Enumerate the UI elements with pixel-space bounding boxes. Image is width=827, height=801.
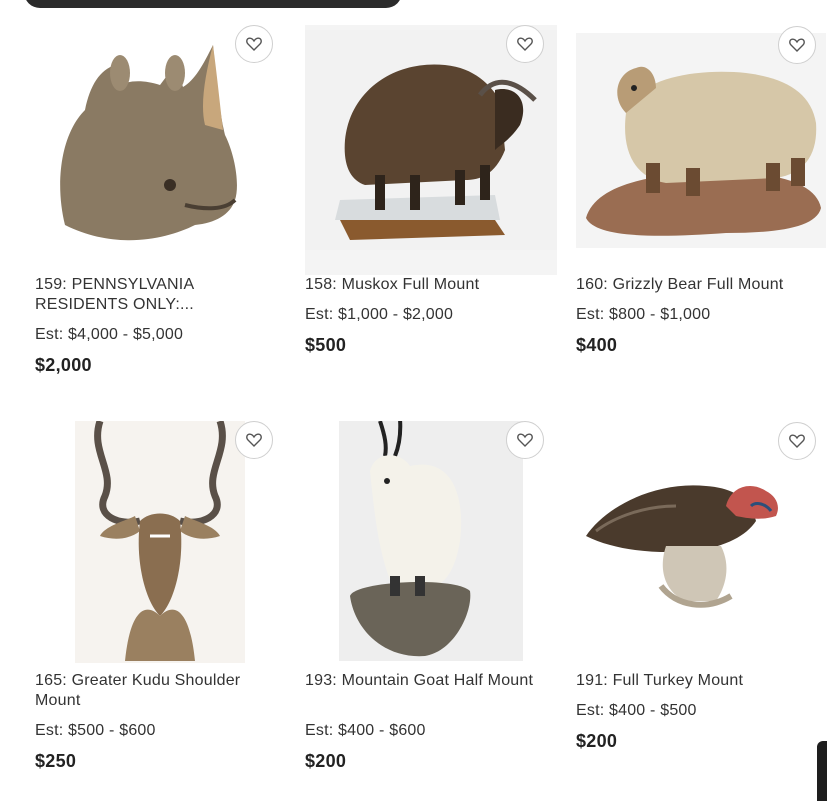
lot-estimate: Est: $1,000 - $2,000 (305, 306, 454, 323)
lot-title[interactable]: 158: Muskox Full Mount (305, 275, 550, 295)
top-search-bar[interactable] (24, 0, 402, 8)
heart-outline-icon (517, 433, 533, 447)
favorite-button[interactable] (235, 421, 273, 459)
lot-title[interactable]: 193: Mountain Goat Half Mount (305, 671, 550, 691)
lot-price: $200 (576, 731, 618, 751)
side-chat-widget[interactable] (817, 741, 827, 801)
favorite-button[interactable] (506, 25, 544, 63)
lot-estimate: Est: $500 - $600 (35, 722, 156, 739)
lot-title[interactable]: 165: Greater Kudu Shoulder Mount (35, 671, 280, 711)
heart-outline-icon (246, 37, 262, 51)
heart-outline-icon (789, 38, 805, 52)
lot-image-muskox[interactable] (305, 25, 557, 275)
lot-price: $200 (305, 751, 347, 771)
lot-price: $2,000 (35, 355, 92, 375)
favorite-button[interactable] (778, 26, 816, 64)
favorite-button[interactable] (506, 421, 544, 459)
lot-estimate: Est: $800 - $1,000 (576, 306, 711, 323)
lot-estimate: Est: $4,000 - $5,000 (35, 326, 184, 343)
heart-outline-icon (517, 37, 533, 51)
lot-title[interactable]: 159: PENNSYLVANIA RESIDENTS ONLY:... (35, 275, 280, 315)
favorite-button[interactable] (235, 25, 273, 63)
heart-outline-icon (789, 434, 805, 448)
lot-price: $250 (35, 751, 77, 771)
lot-price: $400 (576, 335, 618, 355)
lot-image-mountain-goat[interactable] (305, 421, 557, 671)
lot-estimate: Est: $400 - $600 (305, 722, 426, 739)
lot-estimate: Est: $400 - $500 (576, 702, 697, 719)
favorite-button[interactable] (778, 422, 816, 460)
lot-price: $500 (305, 335, 347, 355)
lot-title[interactable]: 191: Full Turkey Mount (576, 671, 821, 691)
heart-outline-icon (246, 433, 262, 447)
lot-title[interactable]: 160: Grizzly Bear Full Mount (576, 275, 821, 295)
